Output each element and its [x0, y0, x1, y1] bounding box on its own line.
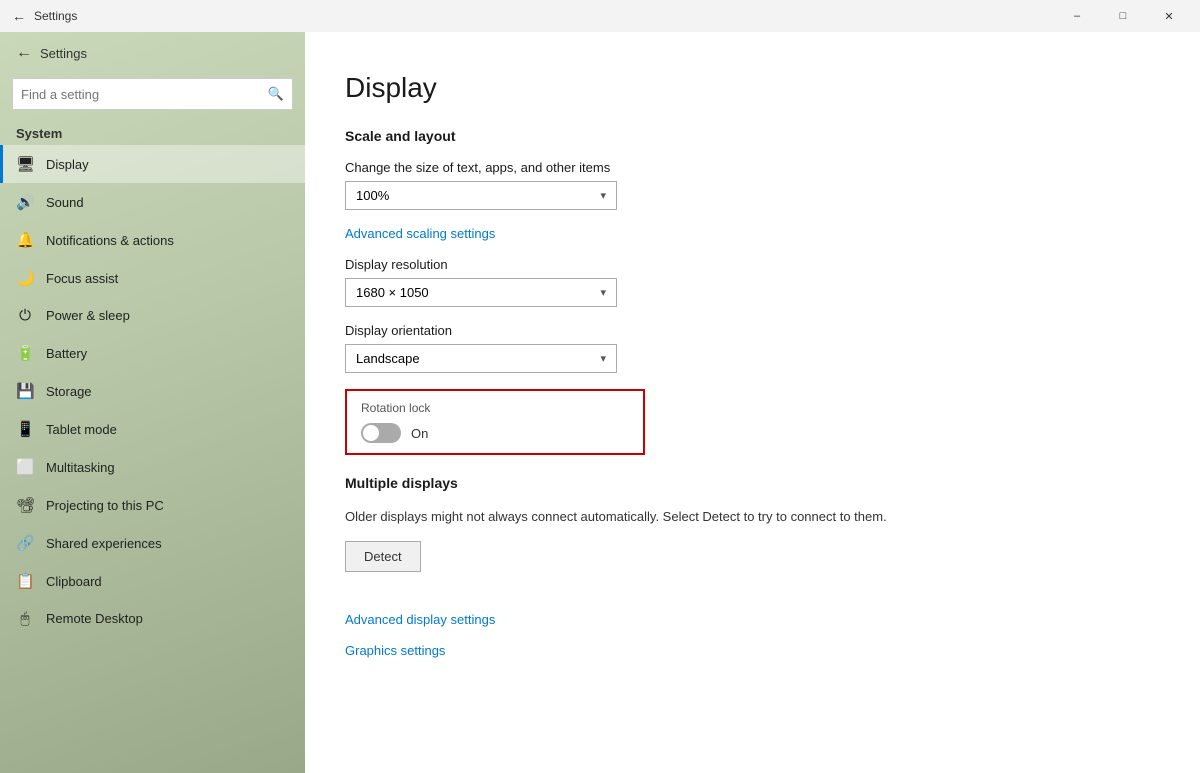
orientation-label: Display orientation	[345, 323, 1160, 338]
scale-label: Change the size of text, apps, and other…	[345, 160, 1160, 175]
sidebar-item-shared[interactable]: 🔗 Shared experiences	[0, 524, 305, 562]
search-input[interactable]	[21, 87, 268, 102]
multiple-displays-title: Multiple displays	[345, 475, 1160, 491]
remote-icon: 🖱	[16, 610, 34, 627]
sidebar-item-projecting[interactable]: 📽 Projecting to this PC	[0, 486, 305, 524]
storage-icon: 💾	[16, 382, 34, 400]
sidebar-item-notifications[interactable]: 🔔 Notifications & actions	[0, 221, 305, 259]
advanced-scaling-link[interactable]: Advanced scaling settings	[345, 226, 1160, 241]
resolution-setting: Display resolution 1680 × 1050 ▾	[345, 257, 1160, 307]
rotation-lock-state: On	[411, 426, 428, 441]
sidebar-item-label: Remote Desktop	[46, 611, 143, 626]
sidebar-item-label: Display	[46, 157, 89, 172]
titlebar-controls: – □ ✕	[1054, 0, 1192, 32]
sidebar-back-button[interactable]: ← Settings	[0, 32, 305, 74]
tablet-icon: 📱	[16, 420, 34, 438]
sound-icon: 🔊	[16, 193, 34, 211]
multiple-displays-desc: Older displays might not always connect …	[345, 507, 1160, 527]
scale-section-title: Scale and layout	[345, 128, 1160, 144]
titlebar-left: ← Settings	[12, 8, 77, 24]
sidebar-item-display[interactable]: 🖥 Display	[0, 145, 305, 183]
display-icon: 🖥	[16, 155, 34, 173]
rotation-lock-box: Rotation lock On	[345, 389, 645, 455]
scale-dropdown-arrow: ▾	[600, 189, 606, 202]
sidebar-item-sound[interactable]: 🔊 Sound	[0, 183, 305, 221]
clipboard-icon: 📋	[16, 572, 34, 590]
advanced-display-link[interactable]: Advanced display settings	[345, 612, 1160, 627]
sidebar-item-storage[interactable]: 💾 Storage	[0, 372, 305, 410]
battery-icon: 🔋	[16, 344, 34, 362]
rotation-lock-toggle-row: On	[361, 423, 629, 443]
resolution-value: 1680 × 1050	[356, 285, 429, 300]
scale-value: 100%	[356, 188, 389, 203]
resolution-label: Display resolution	[345, 257, 1160, 272]
sidebar-item-label: Clipboard	[46, 574, 102, 589]
sidebar-item-remote[interactable]: 🖱 Remote Desktop	[0, 600, 305, 637]
titlebar: ← Settings – □ ✕	[0, 0, 1200, 32]
main-content: Display Scale and layout Change the size…	[305, 32, 1200, 773]
focus-icon: 🌙	[16, 269, 34, 287]
sidebar-item-label: Storage	[46, 384, 92, 399]
scale-section: Scale and layout Change the size of text…	[345, 128, 1160, 455]
resolution-dropdown[interactable]: 1680 × 1050 ▾	[345, 278, 617, 307]
sidebar-item-label: Shared experiences	[46, 536, 162, 551]
rotation-lock-toggle[interactable]	[361, 423, 401, 443]
sidebar-item-label: Multitasking	[46, 460, 115, 475]
sidebar-item-tablet[interactable]: 📱 Tablet mode	[0, 410, 305, 448]
toggle-knob	[363, 425, 379, 441]
sidebar: ← Settings 🔍 System 🖥 Display 🔊 Sound 🔔 …	[0, 32, 305, 773]
shared-icon: 🔗	[16, 534, 34, 552]
sidebar-item-label: Projecting to this PC	[46, 498, 164, 513]
resolution-dropdown-arrow: ▾	[600, 286, 606, 299]
projecting-icon: 📽	[16, 496, 34, 514]
sidebar-item-label: Power & sleep	[46, 308, 130, 323]
page-title: Display	[345, 72, 1160, 104]
orientation-dropdown-arrow: ▾	[600, 352, 606, 365]
sidebar-item-label: Sound	[46, 195, 84, 210]
detect-button[interactable]: Detect	[345, 541, 421, 572]
scale-dropdown[interactable]: 100% ▾	[345, 181, 617, 210]
close-button[interactable]: ✕	[1146, 0, 1192, 32]
multiple-displays-section: Multiple displays Older displays might n…	[345, 475, 1160, 592]
sidebar-section-title: System	[0, 118, 305, 145]
sidebar-item-power[interactable]: ⏻ Power & sleep	[0, 297, 305, 334]
graphics-settings-link[interactable]: Graphics settings	[345, 643, 1160, 658]
orientation-setting: Display orientation Landscape ▾	[345, 323, 1160, 373]
sidebar-item-label: Focus assist	[46, 271, 118, 286]
sidebar-app-title: Settings	[40, 46, 87, 61]
sidebar-item-label: Tablet mode	[46, 422, 117, 437]
power-icon: ⏻	[16, 307, 34, 324]
search-icon: 🔍	[268, 86, 284, 102]
sidebar-item-label: Notifications & actions	[46, 233, 174, 248]
sidebar-item-battery[interactable]: 🔋 Battery	[0, 334, 305, 372]
sidebar-item-label: Battery	[46, 346, 87, 361]
minimize-button[interactable]: –	[1054, 0, 1100, 32]
app-body: ← Settings 🔍 System 🖥 Display 🔊 Sound 🔔 …	[0, 32, 1200, 773]
back-arrow-icon: ←	[16, 44, 32, 62]
back-icon[interactable]: ←	[12, 8, 26, 24]
sidebar-item-focus[interactable]: 🌙 Focus assist	[0, 259, 305, 297]
titlebar-title: Settings	[34, 9, 77, 23]
search-box[interactable]: 🔍	[12, 78, 293, 110]
rotation-lock-label: Rotation lock	[361, 401, 629, 415]
sidebar-item-multitasking[interactable]: ⬜ Multitasking	[0, 448, 305, 486]
orientation-value: Landscape	[356, 351, 420, 366]
multitasking-icon: ⬜	[16, 458, 34, 476]
notifications-icon: 🔔	[16, 231, 34, 249]
maximize-button[interactable]: □	[1100, 0, 1146, 32]
sidebar-item-clipboard[interactable]: 📋 Clipboard	[0, 562, 305, 600]
orientation-dropdown[interactable]: Landscape ▾	[345, 344, 617, 373]
scale-setting: Change the size of text, apps, and other…	[345, 160, 1160, 210]
